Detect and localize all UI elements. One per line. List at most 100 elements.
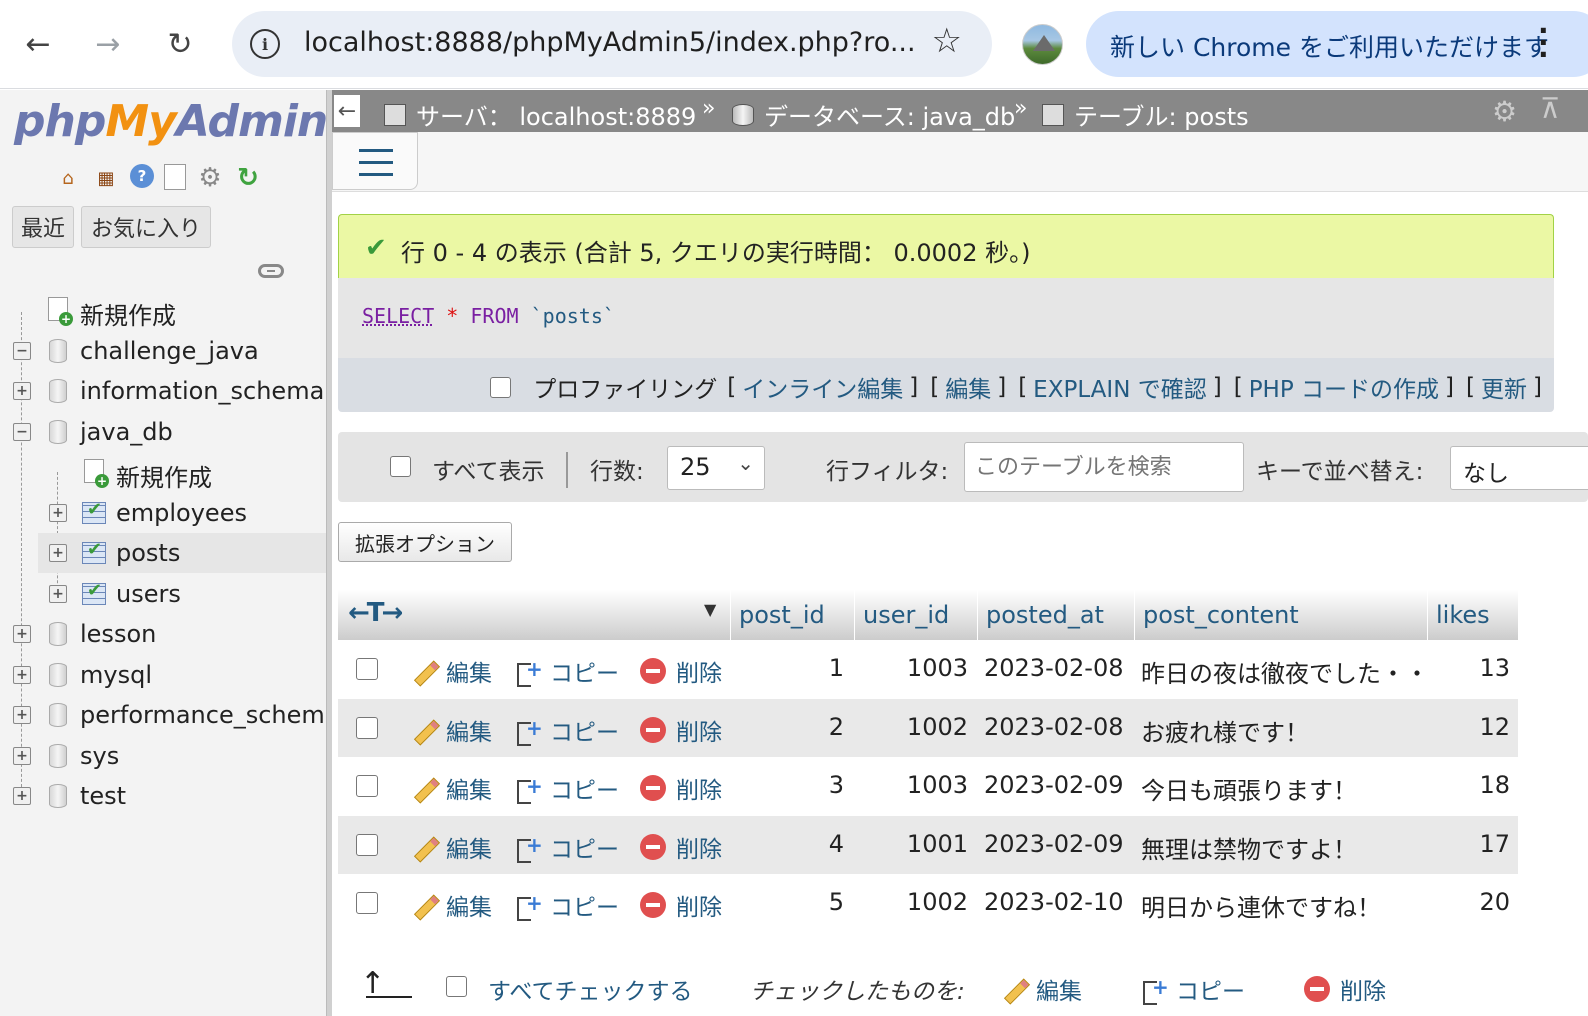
cell-likes[interactable]: 18 — [1479, 771, 1510, 799]
help-icon[interactable]: ? — [130, 164, 154, 188]
extra-options-button[interactable]: 拡張オプション — [338, 522, 512, 562]
expand-icon[interactable]: + — [49, 503, 67, 522]
database-icon[interactable] — [49, 703, 67, 727]
tree-item-label[interactable]: java_db — [80, 418, 173, 446]
back-arrow-icon[interactable]: ← — [16, 22, 60, 66]
rows-per-page-select[interactable]: 25 ⌄ — [667, 446, 765, 490]
cell-post-id[interactable]: 1 — [829, 654, 844, 682]
database-icon[interactable] — [49, 743, 67, 768]
tree-item-label[interactable]: 新規作成 — [116, 458, 212, 493]
cell-posted-at[interactable]: 2023-02-09 — [984, 830, 1123, 858]
cell-post-content[interactable]: 無理は禁物ですよ！ — [1141, 830, 1357, 865]
table-icon[interactable] — [82, 580, 106, 605]
address-bar[interactable]: i localhost:8888/phpMyAdmin5/index.php?r… — [232, 11, 992, 77]
phpmyadmin-logo[interactable]: phpMyAdmin — [14, 96, 326, 147]
cell-user-id[interactable]: 1001 — [907, 830, 968, 858]
cell-posted-at[interactable]: 2023-02-10 — [984, 888, 1123, 916]
chrome-update-button[interactable]: 新しい Chrome をご利用いただけます · · · — [1086, 11, 1588, 77]
tree-item-label[interactable]: information_schema — [80, 377, 324, 405]
collapse-nav-arrow-icon[interactable]: ← — [334, 95, 360, 127]
inline-edit-link[interactable]: インライン編集 — [742, 370, 903, 404]
row-checkbox[interactable] — [356, 775, 378, 797]
bulk-edit-button[interactable]: 編集 — [1000, 972, 1082, 1006]
tree-item-label[interactable]: test — [80, 782, 126, 810]
refresh-link[interactable]: 更新 — [1481, 370, 1527, 404]
tree-item-label[interactable]: sys — [80, 742, 119, 770]
row-copy-button[interactable]: コピー — [514, 830, 619, 864]
reload-navigation-icon[interactable]: ↻ — [234, 163, 262, 193]
panel-resizer[interactable] — [326, 90, 332, 1016]
cell-post-content[interactable]: お疲れ様です！ — [1141, 713, 1309, 748]
tree-item-new[interactable]: 新規作成 — [0, 452, 326, 492]
cell-likes[interactable]: 13 — [1479, 654, 1510, 682]
row-copy-button[interactable]: コピー — [514, 888, 619, 922]
expand-icon[interactable]: + — [13, 746, 31, 765]
tree-item-label[interactable]: 新規作成 — [80, 296, 176, 331]
profile-avatar[interactable] — [1022, 24, 1063, 65]
cell-posted-at[interactable]: 2023-02-09 — [984, 771, 1123, 799]
tree-item-test[interactable]: + test — [0, 776, 326, 816]
row-edit-button[interactable]: 編集 — [410, 654, 492, 688]
expand-icon[interactable]: + — [13, 706, 31, 724]
tree-item-label[interactable]: users — [116, 580, 181, 608]
cell-post-id[interactable]: 5 — [829, 888, 844, 916]
breadcrumb-table[interactable]: テーブル: posts — [1042, 97, 1249, 132]
row-delete-button[interactable]: 削除 — [640, 888, 722, 922]
row-delete-button[interactable]: 削除 — [640, 654, 722, 688]
row-copy-button[interactable]: コピー — [514, 654, 619, 688]
row-edit-button[interactable]: 編集 — [410, 888, 492, 922]
row-edit-button[interactable]: 編集 — [410, 713, 492, 747]
tree-item-java_db[interactable]: − java_db — [0, 412, 326, 452]
explain-link[interactable]: EXPLAIN で確認 — [1033, 370, 1207, 404]
tree-item-label[interactable]: posts — [116, 539, 180, 567]
column-header-post-content[interactable]: post_content — [1134, 590, 1427, 640]
collapse-icon[interactable]: − — [13, 422, 31, 441]
cell-post-content[interactable]: 今日も頑張ります！ — [1141, 771, 1357, 806]
expand-icon[interactable]: + — [49, 584, 67, 603]
hamburger-menu-icon[interactable] — [332, 132, 418, 190]
bulk-delete-button[interactable]: 削除 — [1304, 972, 1386, 1006]
table-icon[interactable] — [82, 499, 106, 524]
bulk-copy-button[interactable]: コピー — [1140, 972, 1245, 1006]
page-settings-icon[interactable]: ⚙ — [1492, 95, 1517, 128]
home-icon[interactable]: ⌂ — [54, 164, 82, 192]
tree-item-mysql[interactable]: + mysql — [0, 655, 326, 695]
row-edit-button[interactable]: 編集 — [410, 771, 492, 805]
tree-item-information_schema[interactable]: + information_schema — [0, 371, 326, 411]
collapse-top-icon[interactable]: ⊼ — [1540, 92, 1561, 125]
collapse-icon[interactable]: − — [13, 341, 31, 360]
column-header-post-id[interactable]: post_id — [730, 590, 854, 640]
edit-query-link[interactable]: 編集 — [945, 370, 991, 404]
row-copy-button[interactable]: コピー — [514, 771, 619, 805]
tree-item-users[interactable]: + users — [0, 574, 326, 614]
link-with-main-panel-icon[interactable] — [258, 264, 284, 278]
column-resize-arrows-icon[interactable]: ←T→ — [348, 598, 403, 628]
cell-posted-at[interactable]: 2023-02-08 — [984, 654, 1123, 682]
cell-post-id[interactable]: 3 — [829, 771, 844, 799]
tree-item-challenge_java[interactable]: − challenge_java — [0, 331, 326, 371]
tree-item-label[interactable]: challenge_java — [80, 337, 259, 365]
new-item-icon[interactable] — [48, 297, 73, 326]
expand-icon[interactable]: + — [13, 625, 31, 643]
tree-item-employees[interactable]: + employees — [0, 493, 326, 533]
row-filter-input[interactable] — [964, 442, 1244, 492]
favorite-tables-button[interactable]: お気に入り — [81, 206, 211, 248]
cell-posted-at[interactable]: 2023-02-08 — [984, 713, 1123, 741]
forward-arrow-icon[interactable]: → — [86, 22, 130, 66]
check-all-label[interactable]: すべてチェックする — [488, 972, 692, 1006]
new-item-icon[interactable] — [84, 459, 109, 488]
url-text[interactable]: localhost:8888/phpMyAdmin5/index.php?ro.… — [304, 27, 916, 58]
cell-post-id[interactable]: 4 — [829, 830, 844, 858]
cell-user-id[interactable]: 1003 — [907, 771, 968, 799]
tree-item-label[interactable]: employees — [116, 499, 247, 527]
expand-icon[interactable]: + — [49, 544, 67, 562]
cell-likes[interactable]: 20 — [1479, 888, 1510, 916]
expand-icon[interactable]: + — [13, 382, 31, 400]
tree-item-sys[interactable]: + sys — [0, 736, 326, 776]
cell-user-id[interactable]: 1003 — [907, 654, 968, 682]
cell-user-id[interactable]: 1002 — [907, 888, 968, 916]
breadcrumb-database[interactable]: データベース: java_db — [732, 97, 1015, 132]
cell-post-id[interactable]: 2 — [829, 713, 844, 741]
database-icon[interactable] — [49, 622, 67, 646]
database-icon[interactable] — [49, 338, 67, 363]
